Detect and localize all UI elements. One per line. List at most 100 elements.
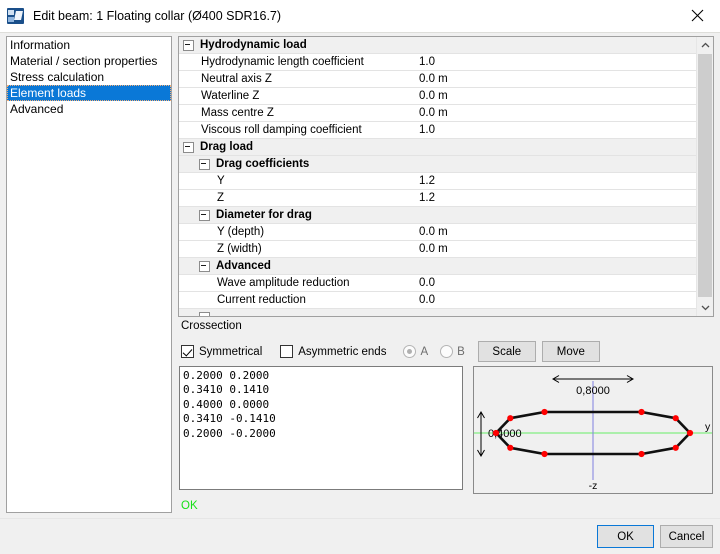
property-value[interactable]: 0.0 bbox=[419, 277, 435, 289]
property-row[interactable]: Diameter for drag bbox=[179, 207, 696, 224]
section-vertex[interactable] bbox=[541, 408, 548, 416]
property-label: Current reduction bbox=[217, 294, 306, 306]
section-vertex[interactable] bbox=[672, 444, 679, 451]
close-icon[interactable] bbox=[675, 0, 720, 31]
property-label: Advanced bbox=[216, 260, 271, 272]
app-icon bbox=[7, 8, 24, 24]
property-row[interactable]: Waterline Z 0.0 m bbox=[179, 88, 696, 105]
asymmetric-ends-checkbox[interactable]: Asymmetric ends bbox=[280, 345, 386, 358]
symmetrical-checkbox[interactable]: Symmetrical bbox=[181, 345, 262, 358]
collapse-icon[interactable] bbox=[199, 260, 210, 272]
height-dimension-label: 0,4000 bbox=[488, 428, 522, 440]
property-value[interactable]: 0.0 m bbox=[419, 73, 448, 85]
radio-end-a-label: A bbox=[420, 345, 429, 358]
section-vertex[interactable] bbox=[492, 429, 500, 437]
property-grid-scrollbar[interactable] bbox=[696, 37, 713, 316]
property-value[interactable]: 1.0 bbox=[419, 124, 435, 136]
property-value[interactable]: 0.0 m bbox=[419, 243, 448, 255]
property-grid[interactable]: Hydrodynamic load Hydrodynamic length coe… bbox=[178, 36, 714, 317]
radio-end-b[interactable]: B bbox=[440, 345, 465, 358]
property-row[interactable]: Neutral axis Z 0.0 m bbox=[179, 71, 696, 88]
property-label: Wave amplitude reduction bbox=[217, 277, 350, 289]
ok-button[interactable]: OK bbox=[597, 525, 654, 548]
axis-z-label: -z bbox=[589, 480, 598, 492]
radio-end-a[interactable]: A bbox=[403, 345, 428, 358]
scrollbar-thumb[interactable] bbox=[698, 54, 712, 297]
height-dimension-arrow bbox=[477, 411, 485, 457]
property-value[interactable]: 1.2 bbox=[419, 175, 435, 187]
category-list[interactable]: Information Material / section properties… bbox=[6, 36, 172, 513]
symmetrical-label: Symmetrical bbox=[199, 345, 263, 358]
property-label: Mass centre Z bbox=[201, 107, 274, 119]
property-row[interactable]: Viscous roll damping coefficient 1.0 bbox=[179, 122, 696, 139]
cancel-button[interactable]: Cancel bbox=[660, 525, 713, 548]
collapse-icon[interactable] bbox=[199, 158, 210, 170]
collapse-icon[interactable] bbox=[199, 209, 210, 221]
property-label: Waterline Z bbox=[201, 90, 260, 102]
property-label: Neutral axis Z bbox=[201, 73, 272, 85]
property-row[interactable]: Drag load bbox=[179, 139, 696, 156]
collapse-icon[interactable] bbox=[183, 39, 194, 51]
property-value[interactable]: 1.0 bbox=[419, 56, 435, 68]
sidebar-item-1[interactable]: Material / section properties bbox=[7, 53, 171, 69]
crossection-controls: Symmetrical Asymmetric ends A B Scale Mo… bbox=[181, 341, 600, 362]
sidebar-item-2[interactable]: Stress calculation bbox=[7, 69, 171, 85]
radio-end-b-label: B bbox=[457, 345, 465, 358]
property-label: Z (width) bbox=[217, 243, 262, 255]
property-label: Z bbox=[217, 192, 225, 204]
coordinates-textarea[interactable]: 0.2000 0.2000 0.3410 0.1410 0.4000 0.000… bbox=[179, 366, 463, 490]
property-row[interactable] bbox=[179, 309, 696, 316]
property-value[interactable]: 1.2 bbox=[419, 192, 435, 204]
property-row[interactable]: Hydrodynamic length coefficient 1.0 bbox=[179, 54, 696, 71]
title-bar: Edit beam: 1 Floating collar (Ø400 SDR16… bbox=[0, 0, 720, 33]
radio-end-a-dot bbox=[403, 345, 417, 358]
property-label: Drag load bbox=[200, 141, 254, 153]
property-value[interactable]: 0.0 m bbox=[419, 90, 448, 102]
property-row[interactable]: Y 1.2 bbox=[179, 173, 696, 190]
section-vertex[interactable] bbox=[541, 450, 548, 458]
status-text: OK bbox=[181, 500, 198, 512]
property-value[interactable]: 0.0 m bbox=[419, 226, 448, 238]
sidebar-item-3[interactable]: Element loads bbox=[7, 85, 171, 101]
property-label: Hydrodynamic length coefficient bbox=[201, 56, 364, 68]
property-row[interactable]: Wave amplitude reduction 0.0 bbox=[179, 275, 696, 292]
section-vertex[interactable] bbox=[638, 450, 645, 458]
width-dimension-label: 0,8000 bbox=[576, 385, 610, 397]
section-vertex[interactable] bbox=[507, 444, 514, 451]
property-row[interactable]: Drag coefficients bbox=[179, 156, 696, 173]
property-row[interactable]: Advanced bbox=[179, 258, 696, 275]
property-value[interactable]: 0.0 m bbox=[419, 107, 448, 119]
property-label: Hydrodynamic load bbox=[200, 39, 307, 51]
property-row[interactable]: Y (depth) 0.0 m bbox=[179, 224, 696, 241]
crossection-label: Crossection bbox=[181, 320, 242, 332]
property-row[interactable]: Z 1.2 bbox=[179, 190, 696, 207]
property-row[interactable]: Mass centre Z 0.0 m bbox=[179, 105, 696, 122]
collapse-icon[interactable] bbox=[199, 311, 210, 316]
section-vertex[interactable] bbox=[686, 429, 694, 437]
crossection-svg: 0,8000 0,4000 y -z bbox=[474, 375, 712, 492]
axis-y-label: y bbox=[705, 421, 711, 433]
scale-button[interactable]: Scale bbox=[477, 341, 536, 362]
property-grid-rows: Hydrodynamic load Hydrodynamic length coe… bbox=[179, 37, 696, 316]
property-label: Viscous roll damping coefficient bbox=[201, 124, 362, 136]
property-row[interactable]: Hydrodynamic load bbox=[179, 37, 696, 54]
radio-end-b-dot bbox=[440, 345, 454, 358]
sidebar-item-0[interactable]: Information bbox=[7, 37, 171, 53]
property-value[interactable]: 0.0 bbox=[419, 294, 435, 306]
property-row[interactable]: Z (width) 0.0 m bbox=[179, 241, 696, 258]
scroll-down-icon[interactable] bbox=[697, 299, 713, 316]
section-vertex[interactable] bbox=[507, 415, 514, 422]
crossection-preview[interactable]: 0,8000 0,4000 y -z bbox=[473, 366, 713, 494]
property-label: Y (depth) bbox=[217, 226, 265, 238]
sidebar-item-4[interactable]: Advanced bbox=[7, 101, 171, 117]
window-title: Edit beam: 1 Floating collar (Ø400 SDR16… bbox=[33, 9, 282, 23]
section-vertex[interactable] bbox=[638, 408, 645, 416]
collapse-icon[interactable] bbox=[183, 141, 194, 153]
section-vertex[interactable] bbox=[672, 415, 679, 422]
scroll-up-icon[interactable] bbox=[697, 37, 713, 54]
move-button[interactable]: Move bbox=[541, 341, 600, 362]
property-label: Diameter for drag bbox=[216, 209, 312, 221]
property-row[interactable]: Current reduction 0.0 bbox=[179, 292, 696, 309]
asymmetric-ends-label: Asymmetric ends bbox=[298, 345, 387, 358]
property-label: Drag coefficients bbox=[216, 158, 310, 170]
